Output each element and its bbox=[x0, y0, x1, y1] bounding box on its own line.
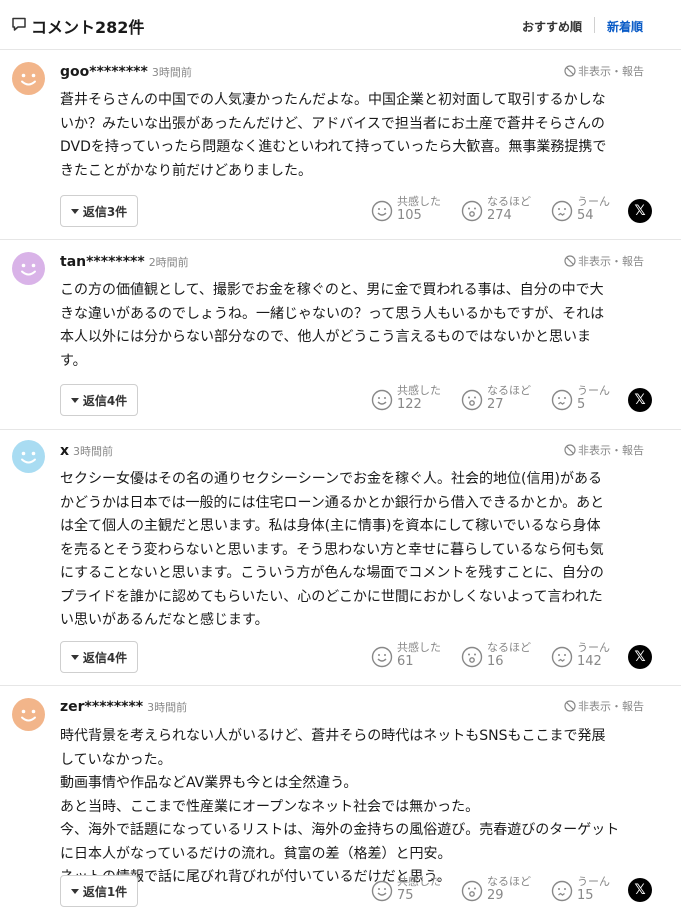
agree-count: 61 bbox=[397, 654, 414, 669]
puzzled-face-icon bbox=[551, 646, 573, 668]
comment-username[interactable]: goo******** 3時間前 bbox=[60, 64, 192, 80]
block-icon bbox=[564, 65, 576, 77]
hmm-reaction-button[interactable]: うーん 142 bbox=[551, 641, 610, 670]
puzzled-face-icon bbox=[551, 880, 573, 902]
smiley-avatar-icon bbox=[12, 62, 45, 95]
insight-count: 27 bbox=[487, 397, 504, 412]
comment-body: この方の価値観として、撮影でお金を稼ぐのと、男に金で買われる事は、自分の中で大き… bbox=[60, 282, 605, 369]
caret-down-icon bbox=[70, 888, 79, 894]
smile-face-icon bbox=[371, 389, 393, 411]
insight-reaction-button[interactable]: なるほど 27 bbox=[461, 384, 531, 413]
comment-username[interactable]: zer******** 3時間前 bbox=[60, 699, 187, 715]
block-icon bbox=[564, 255, 576, 267]
reply-toggle-button[interactable]: 返信1件 bbox=[60, 875, 138, 907]
smiley-avatar-icon bbox=[12, 252, 45, 285]
x-share-icon[interactable]: 𝕏 bbox=[628, 645, 652, 669]
smiley-avatar-icon bbox=[12, 440, 45, 473]
block-icon bbox=[564, 700, 576, 712]
agree-count: 122 bbox=[397, 397, 422, 412]
puzzled-face-icon bbox=[551, 389, 573, 411]
comment-body: セクシー女優はその名の通りセクシーシーンでお金を稼ぐ人。社会的地位(信用)がある… bbox=[60, 471, 605, 628]
puzzled-face-icon bbox=[551, 200, 573, 222]
comment-username[interactable]: tan******** 2時間前 bbox=[60, 254, 189, 270]
sort-divider bbox=[594, 17, 595, 33]
comment-item: zer******** 3時間前 非表示・報告 時代背景を考えられない人がいるけど… bbox=[0, 686, 681, 914]
hmm-count: 54 bbox=[577, 208, 594, 223]
agree-reaction-button[interactable]: 共感した 122 bbox=[371, 384, 441, 413]
smile-face-icon bbox=[371, 646, 393, 668]
surprised-face-icon bbox=[461, 389, 483, 411]
comment-bubble-icon bbox=[12, 17, 26, 31]
comment-timestamp: 2時間前 bbox=[148, 256, 189, 269]
avatar[interactable] bbox=[12, 440, 45, 473]
comment-body: 時代背景を考えられない人がいるけど、蒼井そらの時代はネットもSNSもここまで発展… bbox=[60, 728, 620, 885]
comment-item: goo******** 3時間前 非表示・報告 蒼井そらさんの中国での人気凄かった… bbox=[0, 50, 681, 240]
smiley-avatar-icon bbox=[12, 698, 45, 731]
comment-timestamp: 3時間前 bbox=[151, 66, 192, 79]
insight-reaction-button[interactable]: なるほど 16 bbox=[461, 641, 531, 670]
comment-body: 蒼井そらさんの中国での人気凄かったんだよな。中国企業と初対面して取引するかしない… bbox=[60, 92, 607, 179]
insight-count: 16 bbox=[487, 654, 504, 669]
x-share-icon[interactable]: 𝕏 bbox=[628, 388, 652, 412]
hide-report-link[interactable]: 非表示・報告 bbox=[564, 63, 644, 79]
avatar[interactable] bbox=[12, 62, 45, 95]
surprised-face-icon bbox=[461, 200, 483, 222]
sort-recommended-tab[interactable]: おすすめ順 bbox=[522, 18, 582, 35]
sort-newest-tab[interactable]: 新着順 bbox=[607, 18, 643, 35]
insight-count: 274 bbox=[487, 208, 512, 223]
comment-item: x 3時間前 非表示・報告 セクシー女優はその名の通りセクシーシーンでお金を稼ぐ人… bbox=[0, 430, 681, 686]
x-share-icon[interactable]: 𝕏 bbox=[628, 878, 652, 902]
x-share-icon[interactable]: 𝕏 bbox=[628, 199, 652, 223]
hmm-count: 142 bbox=[577, 654, 602, 669]
comments-header: コメント282件 おすすめ順 新着順 bbox=[0, 0, 681, 50]
hmm-reaction-button[interactable]: うーん 54 bbox=[551, 195, 610, 224]
block-icon bbox=[564, 444, 576, 456]
reply-toggle-button[interactable]: 返信4件 bbox=[60, 641, 138, 673]
caret-down-icon bbox=[70, 208, 79, 214]
comment-username[interactable]: x 3時間前 bbox=[60, 443, 113, 459]
insight-reaction-button[interactable]: なるほど 29 bbox=[461, 875, 531, 904]
caret-down-icon bbox=[70, 397, 79, 403]
agree-reaction-button[interactable]: 共感した 61 bbox=[371, 641, 441, 670]
insight-count: 29 bbox=[487, 888, 504, 903]
comments-count-title: コメント282件 bbox=[31, 18, 145, 37]
reply-toggle-button[interactable]: 返信4件 bbox=[60, 384, 138, 416]
caret-down-icon bbox=[70, 654, 79, 660]
insight-reaction-button[interactable]: なるほど 274 bbox=[461, 195, 531, 224]
hmm-reaction-button[interactable]: うーん 5 bbox=[551, 384, 610, 413]
hide-report-link[interactable]: 非表示・報告 bbox=[564, 253, 644, 269]
agree-count: 105 bbox=[397, 208, 422, 223]
agree-reaction-button[interactable]: 共感した 105 bbox=[371, 195, 441, 224]
surprised-face-icon bbox=[461, 880, 483, 902]
hmm-reaction-button[interactable]: うーん 15 bbox=[551, 875, 610, 904]
avatar[interactable] bbox=[12, 698, 45, 731]
hmm-count: 5 bbox=[577, 397, 586, 412]
smile-face-icon bbox=[371, 200, 393, 222]
agree-reaction-button[interactable]: 共感した 75 bbox=[371, 875, 441, 904]
agree-count: 75 bbox=[397, 888, 414, 903]
comment-item: tan******** 2時間前 非表示・報告 この方の価値観として、撮影でお金を… bbox=[0, 240, 681, 430]
comment-timestamp: 3時間前 bbox=[147, 701, 188, 714]
comment-timestamp: 3時間前 bbox=[73, 445, 114, 458]
surprised-face-icon bbox=[461, 646, 483, 668]
hide-report-link[interactable]: 非表示・報告 bbox=[564, 698, 644, 714]
reply-toggle-button[interactable]: 返信3件 bbox=[60, 195, 138, 227]
smile-face-icon bbox=[371, 880, 393, 902]
hide-report-link[interactable]: 非表示・報告 bbox=[564, 442, 644, 458]
hmm-count: 15 bbox=[577, 888, 594, 903]
avatar[interactable] bbox=[12, 252, 45, 285]
